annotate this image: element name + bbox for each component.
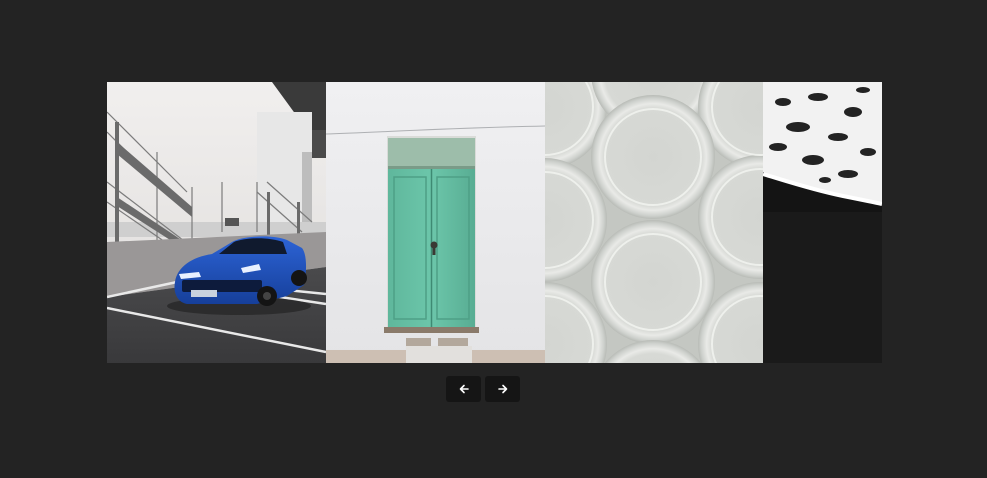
previous-button[interactable] xyxy=(446,376,481,402)
blue-car-image xyxy=(107,82,326,363)
arrow-left-icon xyxy=(457,382,471,396)
black-sand-beach-image xyxy=(763,82,882,363)
green-door-image xyxy=(326,82,545,363)
slide-black-sand-beach xyxy=(763,82,882,363)
next-button[interactable] xyxy=(485,376,520,402)
carousel-navigation xyxy=(446,376,520,402)
image-carousel xyxy=(107,82,882,363)
slide-paper-plates xyxy=(545,82,763,363)
arrow-right-icon xyxy=(496,382,510,396)
slide-green-door xyxy=(326,82,545,363)
paper-plates-image xyxy=(545,82,763,363)
slide-blue-car xyxy=(107,82,326,363)
